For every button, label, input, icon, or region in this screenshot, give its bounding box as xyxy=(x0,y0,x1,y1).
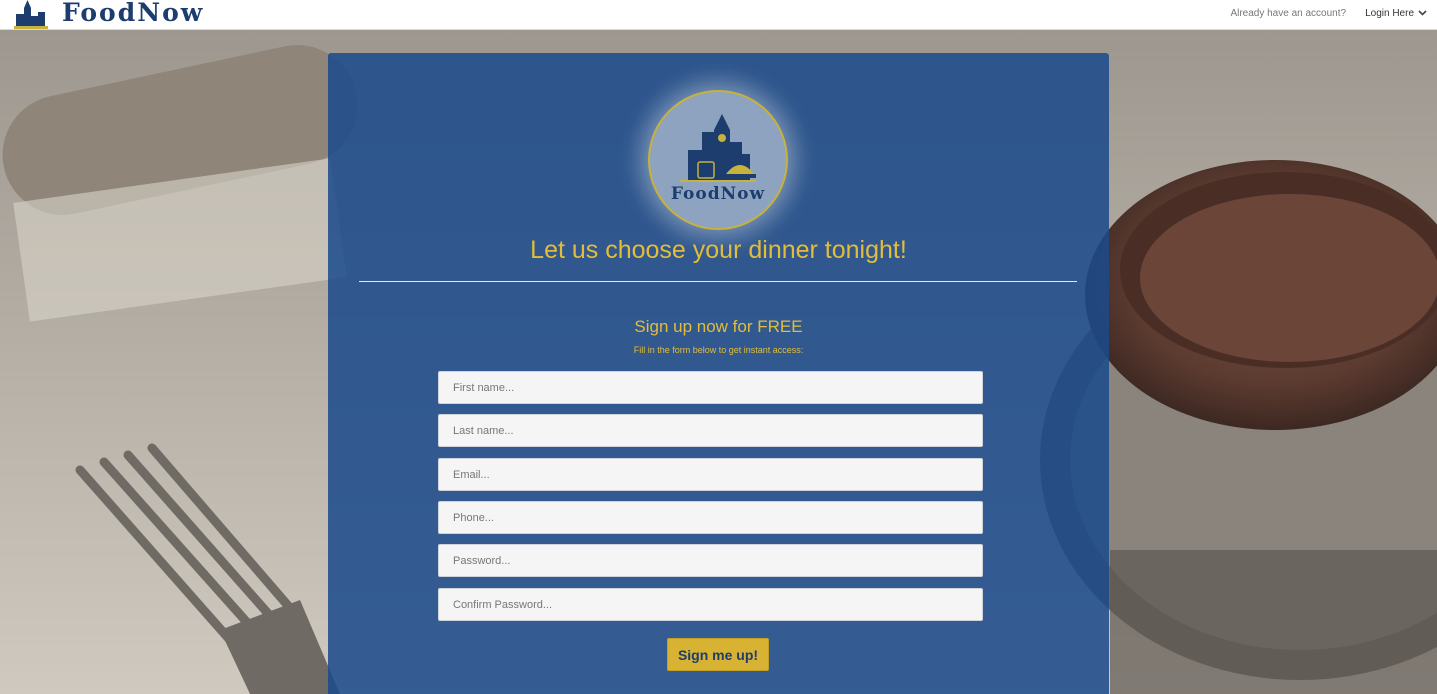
signup-subtitle: Fill in the form below to get instant ac… xyxy=(633,345,804,355)
signup-panel: FoodNow Let us choose your dinner tonigh… xyxy=(328,53,1109,694)
foodnow-logo-badge: FoodNow xyxy=(648,90,788,230)
phone-input[interactable] xyxy=(438,501,983,534)
confirm-password-input[interactable] xyxy=(438,588,983,621)
brand-home-link[interactable]: FoodNow xyxy=(14,0,204,30)
nav-account-area: Already have an account? Login Here xyxy=(1230,0,1427,26)
login-label: Login Here xyxy=(1365,7,1414,19)
tagline-heading: Let us choose your dinner tonight! xyxy=(530,236,907,264)
signup-title: Sign up now for FREE xyxy=(634,317,803,336)
already-have-account-text: Already have an account? xyxy=(1230,7,1347,19)
login-dropdown-toggle[interactable]: Login Here xyxy=(1365,8,1427,19)
city-skyline-logo-icon xyxy=(14,0,48,29)
password-input[interactable] xyxy=(438,544,983,577)
section-divider xyxy=(359,281,1077,282)
top-navbar: FoodNow Already have an account? Login H… xyxy=(0,0,1437,30)
logo-wordmark: FoodNow xyxy=(670,184,766,204)
brand-name: FoodNow xyxy=(62,0,205,27)
email-input[interactable] xyxy=(438,458,983,491)
first-name-input[interactable] xyxy=(438,371,983,404)
last-name-input[interactable] xyxy=(438,414,983,447)
chevron-down-icon xyxy=(1418,10,1427,16)
city-skyline-logo-icon xyxy=(680,114,756,182)
sign-me-up-button[interactable]: Sign me up! xyxy=(667,638,769,671)
